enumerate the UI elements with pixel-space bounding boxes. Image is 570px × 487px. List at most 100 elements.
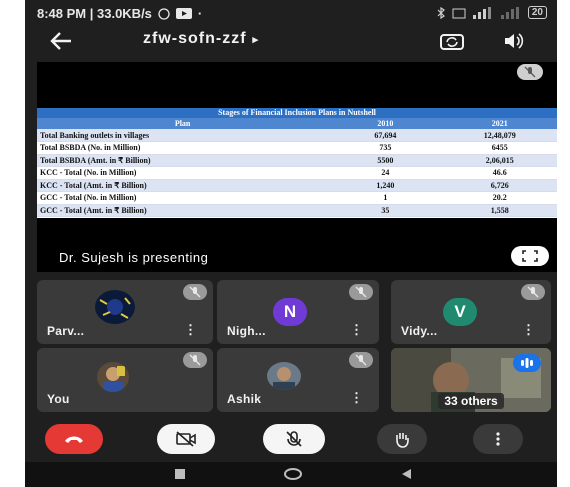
header-2021: 2021 <box>442 118 557 129</box>
meeting-code-button[interactable]: zfw-sofn-zzf ▸ <box>143 30 259 48</box>
arrow-left-icon[interactable] <box>49 30 73 52</box>
table-row: Total BSBDA (No. in Million) 735 6455 <box>37 141 557 155</box>
mic-off-icon <box>355 354 367 366</box>
phone-screen: 8:48 PM | 33.0KB/s · 20 zfw-sofn-zzf ▸ St… <box>25 0 557 487</box>
row-2010: 24 <box>328 166 443 180</box>
row-label: Total Banking outlets in villages <box>37 129 329 142</box>
row-label: KCC - Total (No. in Million) <box>37 166 329 180</box>
mic-off-icon <box>189 286 201 298</box>
row-2021: 1,558 <box>442 204 557 217</box>
table-row: Total Banking outlets in villages 67,694 1… <box>37 129 557 142</box>
avatar <box>97 362 129 392</box>
camera-off-icon <box>176 431 196 447</box>
table-row: KCC - Total (No. in Million) 24 46.6 <box>37 166 557 180</box>
end-call-button[interactable] <box>45 424 103 454</box>
participant-tile[interactable]: N Nigh... ⋮ <box>217 280 379 344</box>
table-row: Total BSBDA (Amt. in ₹ Billion) 5500 2,06,… <box>37 154 557 167</box>
mic-off-icon <box>286 431 302 447</box>
whatsapp-icon <box>158 7 170 20</box>
table-row: GCC - Total (Amt. in ₹ Billion) 35 1,558 <box>37 204 557 217</box>
row-2010: 35 <box>328 204 443 217</box>
avatar: V <box>443 298 477 326</box>
caret-right-icon: ▸ <box>252 34 260 46</box>
status-dot: · <box>197 6 203 21</box>
meeting-top-bar: zfw-sofn-zzf ▸ <box>25 28 557 54</box>
row-2010: 1,240 <box>328 179 443 192</box>
more-vertical-icon <box>496 432 500 446</box>
camera-toggle-button[interactable] <box>157 424 215 454</box>
circle-icon[interactable] <box>283 467 303 481</box>
participant-tile[interactable]: You <box>37 348 213 412</box>
fullscreen-button[interactable] <box>511 246 549 266</box>
header-2010: 2010 <box>328 118 443 129</box>
mic-toggle-button[interactable] <box>263 424 325 454</box>
status-time: 8:48 PM | 33.0KB/s <box>37 6 152 21</box>
speaking-indicator <box>513 354 541 372</box>
row-2010: 5500 <box>328 154 443 167</box>
table-row: KCC - Total (Amt. in ₹ Billion) 1,240 6,72… <box>37 179 557 192</box>
audio-wave-icon <box>521 358 533 368</box>
row-2021: 6455 <box>442 141 557 155</box>
table-header-row: Plan 2010 2021 <box>37 118 557 129</box>
row-2021: 2,06,015 <box>442 154 557 167</box>
mic-off-icon <box>189 354 201 366</box>
more-options-button[interactable] <box>473 424 523 454</box>
row-label: GCC - Total (No. in Million) <box>37 191 329 205</box>
bluetooth-icon <box>437 6 445 19</box>
avatar: N <box>273 298 307 326</box>
call-controls <box>25 420 557 460</box>
row-label: GCC - Total (Amt. in ₹ Billion) <box>37 204 329 217</box>
row-2021: 12,48,079 <box>442 129 557 142</box>
mic-muted-badge <box>183 284 207 300</box>
mic-off-icon <box>527 286 539 298</box>
participant-name: Vidy... <box>401 324 438 338</box>
row-2010: 67,694 <box>328 129 443 142</box>
mic-muted-badge <box>521 284 545 300</box>
presentation-panel: Stages of Financial Inclusion Plans in N… <box>37 62 557 272</box>
speaker-icon[interactable] <box>503 31 525 51</box>
table-row: GCC - Total (No. in Million) 1 20.2 <box>37 191 557 205</box>
more-options-icon[interactable]: ⋮ <box>350 322 363 338</box>
signal-icon <box>472 6 491 19</box>
others-count: 33 others <box>438 393 504 409</box>
network-icon <box>452 8 466 18</box>
triangle-back-icon[interactable] <box>399 467 413 481</box>
signal-icon-2 <box>500 6 519 19</box>
meeting-code: zfw-sofn-zzf <box>143 30 247 47</box>
participant-tile[interactable]: Parv... ⋮ <box>37 280 213 344</box>
battery-level: 20 <box>527 6 547 19</box>
row-label: Total BSBDA (Amt. in ₹ Billion) <box>37 154 329 167</box>
fullscreen-icon <box>522 250 538 262</box>
square-icon[interactable] <box>173 467 187 481</box>
row-2021: 46.6 <box>442 166 557 180</box>
status-bar: 8:48 PM | 33.0KB/s · 20 <box>25 0 557 26</box>
hand-icon <box>396 433 409 448</box>
participant-name: Nigh... <box>227 324 266 338</box>
camera-switch-icon[interactable] <box>439 31 465 51</box>
raise-hand-button[interactable] <box>377 424 427 454</box>
participant-name: Ashik <box>227 392 262 406</box>
row-2010: 735 <box>328 141 443 155</box>
mic-muted-badge <box>349 352 373 368</box>
mic-muted-badge <box>517 64 543 80</box>
more-options-icon[interactable]: ⋮ <box>184 322 197 338</box>
others-tile[interactable]: 33 others <box>391 348 551 412</box>
more-options-icon[interactable]: ⋮ <box>350 390 363 406</box>
slide-title: Stages of Financial Inclusion Plans in N… <box>37 108 557 118</box>
presenting-label: Dr. Sujesh is presenting <box>59 250 209 265</box>
avatar <box>95 290 135 324</box>
participant-tile[interactable]: Ashik ⋮ <box>217 348 379 412</box>
system-nav-bar <box>25 462 557 487</box>
more-options-icon[interactable]: ⋮ <box>522 322 535 338</box>
mic-muted-badge <box>183 352 207 368</box>
header-plan: Plan <box>37 118 329 129</box>
participant-name: Parv... <box>47 324 85 338</box>
phone-hangup-icon <box>65 436 83 443</box>
mic-off-icon <box>524 66 536 78</box>
row-2021: 6,726 <box>442 179 557 192</box>
youtube-icon <box>175 8 192 19</box>
row-2021: 20.2 <box>442 191 557 205</box>
others-count-label: 33 others <box>391 393 551 409</box>
participant-tile[interactable]: V Vidy... ⋮ <box>391 280 551 344</box>
shared-slide: Stages of Financial Inclusion Plans in N… <box>37 108 557 218</box>
